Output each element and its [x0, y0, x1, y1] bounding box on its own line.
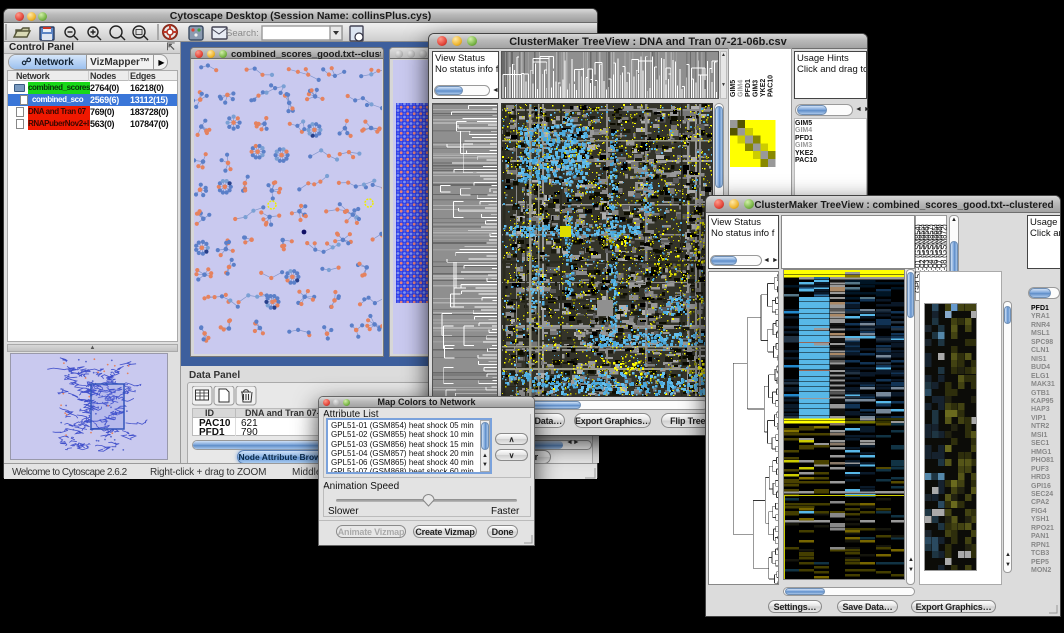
svg-text:GIM5: GIM5 — [730, 80, 737, 97]
svg-text:GIM3: GIM3 — [753, 80, 760, 97]
svg-text:PFD1: PFD1 — [745, 79, 752, 97]
svg-text:PAC10: PAC10 — [768, 75, 775, 97]
svg-text:Search:: Search: — [226, 28, 259, 39]
svg-text:YKE2: YKE2 — [760, 79, 767, 97]
svg-text:GIM4: GIM4 — [738, 80, 745, 97]
